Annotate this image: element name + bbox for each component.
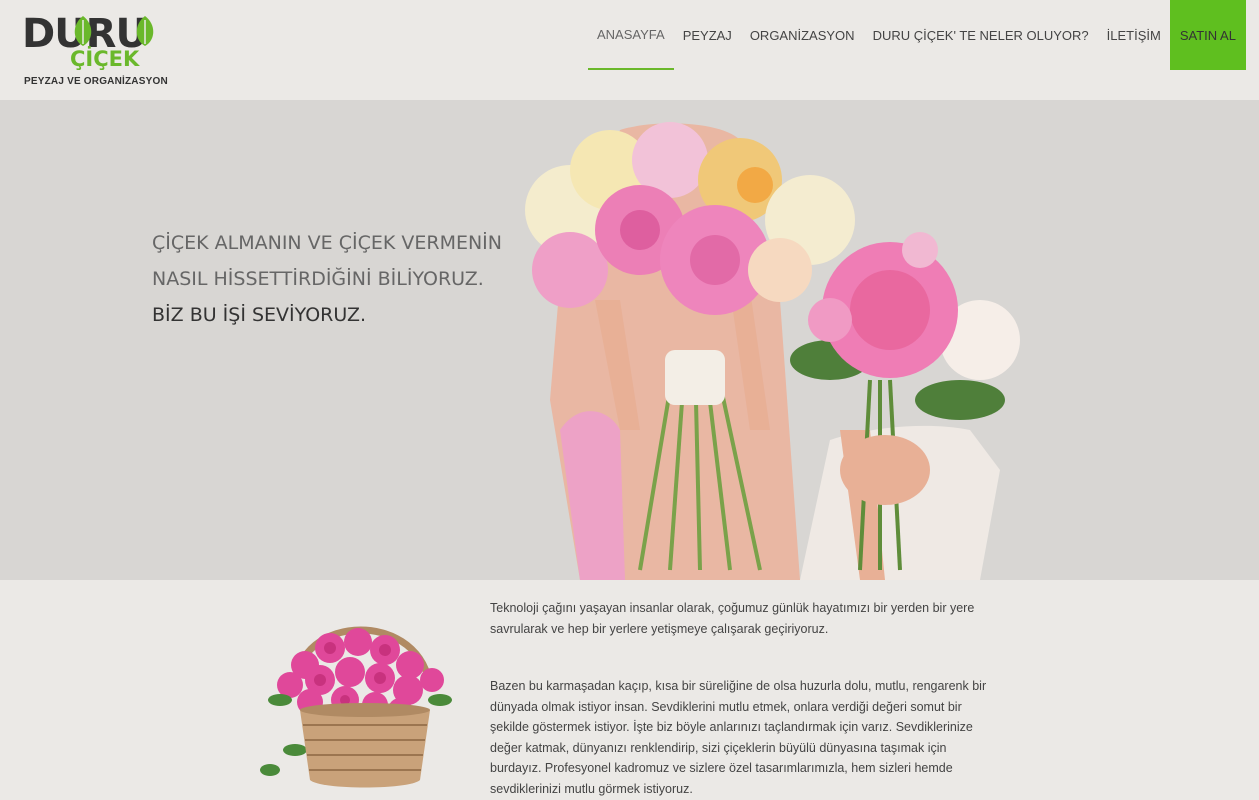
site-header: DURU ÇİÇEK PEYZAJ VE ORGANİZASYON ANASAY… bbox=[0, 0, 1259, 100]
nav-item-anasayfa[interactable]: ANASAYFA bbox=[588, 0, 674, 70]
main-nav: ANASAYFA PEYZAJ ORGANİZASYON DURU ÇİÇEK'… bbox=[588, 0, 1246, 70]
logo[interactable]: DURU ÇİÇEK PEYZAJ VE ORGANİZASYON bbox=[20, 10, 170, 92]
nav-item-organizasyon[interactable]: ORGANİZASYON bbox=[741, 0, 864, 70]
hero-image bbox=[525, 122, 1020, 580]
hero-line-2: NASIL HİSSETTİRDİĞİNİ BİLİYORUZ. bbox=[152, 268, 484, 290]
hero-line-3: BİZ BU İŞİ SEVİYORUZ. bbox=[152, 304, 367, 326]
logo-tagline: PEYZAJ VE ORGANİZASYON bbox=[24, 76, 168, 87]
nav-item-neler-oluyor[interactable]: DURU ÇİÇEK' TE NELER OLUYOR? bbox=[864, 0, 1098, 70]
leaf-icon bbox=[136, 16, 154, 46]
logo-subword: ÇİÇEK bbox=[70, 47, 140, 71]
about-paragraph-1: Teknoloji çağını yaşayan insanlar olarak… bbox=[490, 601, 975, 636]
about-section: Teknoloji çağını yaşayan insanlar olarak… bbox=[0, 580, 1259, 800]
buy-button[interactable]: SATIN AL bbox=[1169, 0, 1246, 70]
hero-headline: ÇİÇEK ALMANIN VE ÇİÇEK VERMENİN NASIL Hİ… bbox=[152, 225, 502, 333]
hero-banner: ÇİÇEK ALMANIN VE ÇİÇEK VERMENİN NASIL Hİ… bbox=[0, 100, 1259, 580]
nav-item-iletisim[interactable]: İLETİŞİM bbox=[1098, 0, 1170, 70]
flower-basket-image bbox=[260, 626, 452, 788]
leaf-icon bbox=[74, 16, 92, 46]
hero-line-1: ÇİÇEK ALMANIN VE ÇİÇEK VERMENİN bbox=[152, 232, 502, 254]
about-paragraph-2: Bazen bu karmaşadan kaçıp, kısa bir süre… bbox=[490, 679, 987, 796]
nav-item-peyzaj[interactable]: PEYZAJ bbox=[674, 0, 741, 70]
